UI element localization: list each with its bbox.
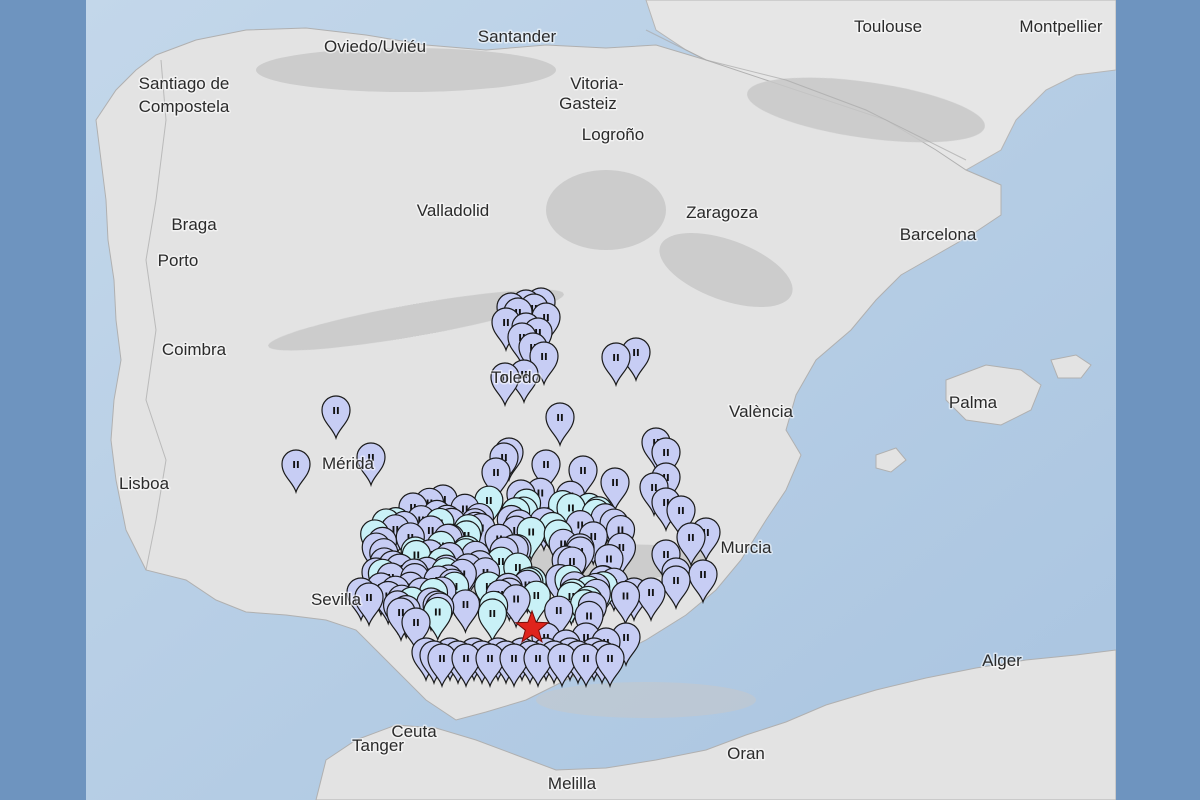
city-label: Alger: [982, 651, 1022, 670]
city-label: Logroño: [582, 125, 644, 144]
city-label: Santiago de: [139, 74, 230, 93]
city-label: Montpellier: [1019, 17, 1102, 36]
city-label: Vitoria-: [570, 74, 624, 93]
city-label: Gasteiz: [559, 94, 617, 113]
city-label: Porto: [158, 251, 199, 270]
city-label: Toulouse: [854, 17, 922, 36]
city-label: Zaragoza: [686, 203, 758, 222]
city-label: Melilla: [548, 774, 597, 793]
city-label: Coimbra: [162, 340, 227, 359]
page-frame: II II II II II II II II II II II II II II II II II II II II…: [0, 0, 1200, 800]
city-label: Mérida: [322, 454, 375, 473]
city-label: Tanger: [352, 736, 404, 755]
city-label: Toledo: [491, 368, 541, 387]
city-label: Barcelona: [900, 225, 977, 244]
city-label: Sevilla: [311, 590, 362, 609]
city-label: Murcia: [720, 538, 772, 557]
city-label: Palma: [949, 393, 998, 412]
city-label: Oran: [727, 744, 765, 763]
city-label: Oviedo/Uviéu: [324, 37, 426, 56]
city-label: València: [729, 402, 793, 421]
map[interactable]: II IIIIIIII IIIIIIIIIIIIII IIII IIIIII IIII II…: [86, 0, 1116, 800]
city-label: Compostela: [139, 97, 230, 116]
map-panel[interactable]: II II II II II II II II II II II II II II II II II II II II…: [86, 0, 1116, 800]
city-label: Santander: [478, 27, 557, 46]
city-label: Valladolid: [417, 201, 489, 220]
city-label: Lisboa: [119, 474, 170, 493]
city-label: Braga: [171, 215, 217, 234]
